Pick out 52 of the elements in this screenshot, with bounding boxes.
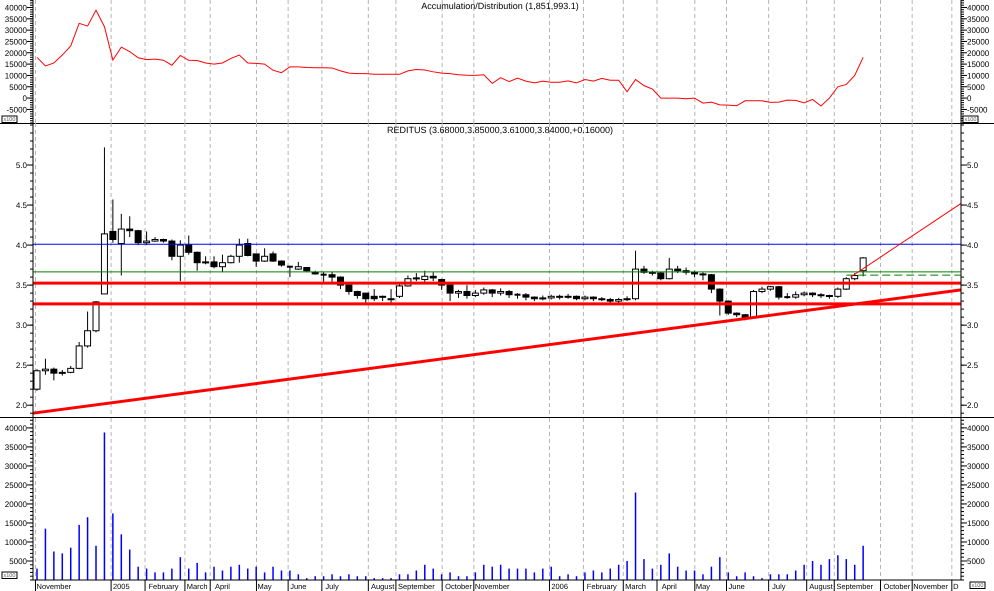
- axis-label: 35000: [967, 14, 990, 24]
- axis-label: 4.5: [967, 201, 978, 210]
- axis-label: 5.0: [967, 161, 978, 170]
- axis-label: 5000: [967, 556, 985, 566]
- axis-label: 30000: [4, 26, 27, 36]
- axis-label: 4.5: [16, 201, 27, 210]
- axis-label: 5000: [9, 82, 27, 92]
- axis-label: 0: [967, 94, 972, 104]
- axis-label: 3.5: [967, 281, 978, 290]
- chart-title: Accumulation/Distribution (1,851,993.1): [421, 1, 579, 11]
- axis-label: 40000: [967, 424, 990, 433]
- axis-label: -5000: [967, 105, 988, 114]
- axis-label: 10000: [4, 71, 27, 80]
- axis-label: 15000: [4, 518, 27, 528]
- axis-label: 35000: [4, 14, 27, 24]
- axis-label: 40000: [4, 3, 27, 12]
- axis-label: 25000: [4, 37, 27, 46]
- axis-label: 10000: [967, 538, 990, 547]
- axis-label: 3.0: [967, 321, 978, 330]
- axis-label: 4.0: [16, 241, 27, 250]
- axis-label: 5.0: [16, 161, 27, 170]
- axis-label: 35000: [967, 442, 990, 452]
- axis-label: 15000: [967, 518, 990, 528]
- axis-label: 15000: [4, 60, 27, 70]
- axis-label: 40000: [967, 3, 990, 12]
- axis-label: 35000: [4, 442, 27, 452]
- axis-label: -5000: [6, 105, 27, 114]
- axis-label: 3.0: [16, 321, 27, 330]
- chart-title: REDITUS (3.68000,3.85000,3.61000,3.84000,+0.16000): [387, 125, 613, 135]
- axis-label: 30000: [967, 462, 990, 471]
- axis-label: 5000: [9, 556, 27, 566]
- axis-label: 4.0: [967, 241, 978, 250]
- axis-label: 2.0: [16, 401, 27, 410]
- axis-label: 3.5: [16, 281, 27, 290]
- axis-label: 2.5: [967, 361, 978, 370]
- axis-label: 25000: [967, 37, 990, 46]
- axis-label: 5000: [967, 82, 985, 92]
- axis-label: 20000: [967, 48, 990, 58]
- axis-label: 30000: [4, 462, 27, 471]
- axis-label: 20000: [4, 48, 27, 58]
- axis-label: 2.5: [16, 361, 27, 370]
- axis-label: 25000: [4, 480, 27, 490]
- axis-label: 20000: [967, 500, 990, 509]
- axis-label: 20000: [4, 500, 27, 509]
- axis-label: 15000: [967, 60, 990, 70]
- axis-label: 30000: [967, 26, 990, 36]
- axis-label: 0: [22, 94, 27, 104]
- axis-label: 40000: [4, 424, 27, 433]
- axis-label: 25000: [967, 480, 990, 490]
- axis-label: 10000: [967, 71, 990, 80]
- axis-label: 2.0: [967, 401, 978, 410]
- axis-label: 10000: [4, 538, 27, 547]
